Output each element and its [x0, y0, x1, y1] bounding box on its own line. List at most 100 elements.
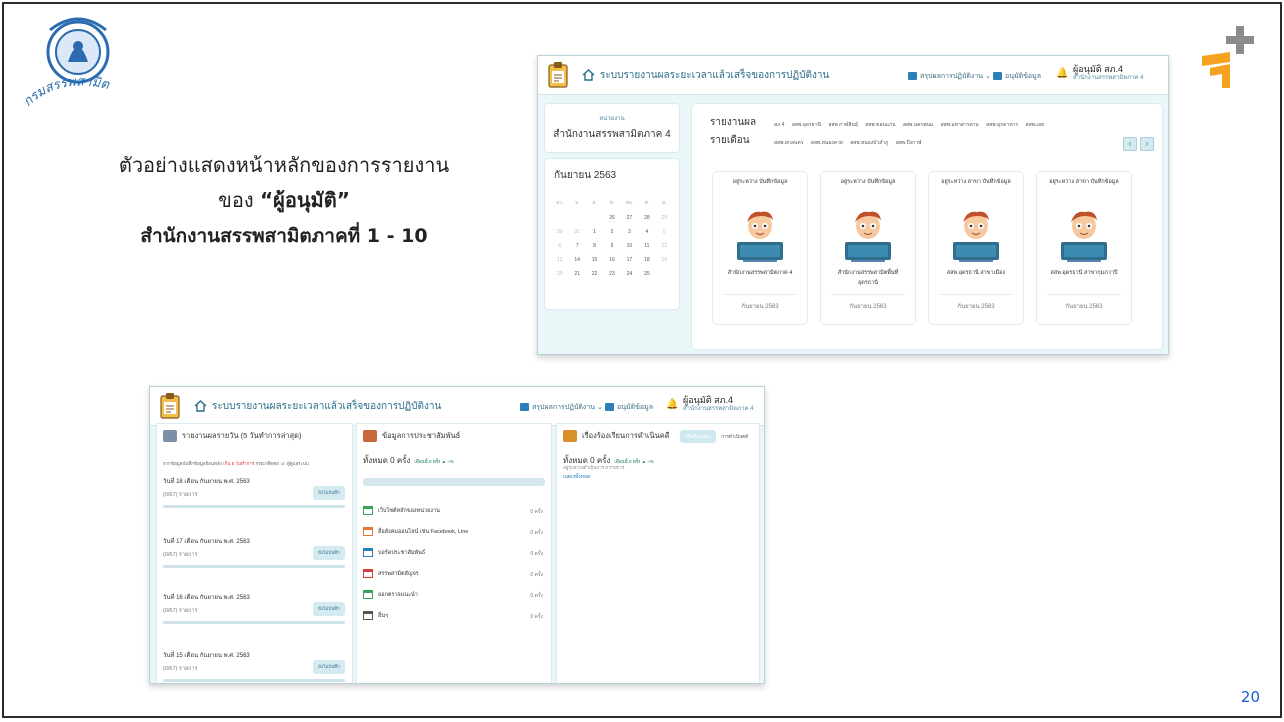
office-chip[interactable]: สสพ.ขอนแก่น: [865, 122, 903, 128]
calendar-day[interactable]: 20: [551, 271, 568, 277]
calendar-day[interactable]: 25: [638, 271, 655, 277]
channel-count: 0 ครั้ง: [530, 551, 543, 557]
next-arrow-button[interactable]: ›: [1140, 137, 1154, 151]
pr-channel-item[interactable]: สื่อสังคมออนไลน์ เช่น Facebook, Line 0 คร…: [363, 527, 543, 536]
calendar-day[interactable]: 17: [621, 257, 638, 263]
calendar-day[interactable]: 4: [638, 229, 655, 235]
calendar-day[interactable]: 24: [621, 271, 638, 277]
calendar-weekday: จ.: [574, 200, 580, 206]
office-chip[interactable]: สสพ.กาฬสินธุ์: [828, 122, 865, 128]
office-chip[interactable]: สสพ.หนองคาย: [811, 140, 850, 146]
record-button[interactable]: ยังไม่บันทึก: [313, 660, 345, 674]
calendar-day[interactable]: 16: [603, 257, 620, 263]
complaint-column: เรื่องร้องเรียนการดำเนินคดี เรื่องร้องเร…: [556, 423, 760, 683]
record-button[interactable]: ยังไม่บันทึก: [313, 602, 345, 616]
office-chip[interactable]: สสพ.หนองบัวลำภู: [850, 140, 896, 146]
office-chip[interactable]: สสพ.บึงกาฬ: [896, 140, 922, 146]
calendar-weekday: อา.: [556, 200, 564, 206]
calendar-day[interactable]: 29: [656, 215, 673, 221]
complaint-heading-text: เรื่องร้องเรียนการดำเนินคดี: [582, 431, 670, 440]
calendar-day[interactable]: 18: [638, 257, 655, 263]
brand-arrow-plus-logo: [1202, 26, 1254, 88]
calendar-day[interactable]: 11: [638, 243, 655, 249]
approve-menu[interactable]: อนุมัติข้อมูล: [993, 71, 1041, 82]
user-avatar-icon: [1061, 211, 1107, 262]
card-status: อยู่ระหว่าง บันทึกข้อมูล: [840, 179, 896, 185]
office-status-card[interactable]: อยู่ระหว่าง บันทึกข้อมูล สำนักงานสรรพสามิ…: [820, 171, 916, 325]
complaint-icon: [563, 430, 577, 443]
calendar-weekday: อ.: [592, 200, 597, 206]
calendar-day: [656, 271, 673, 277]
calendar-day[interactable]: 13: [551, 257, 568, 263]
calendar-day[interactable]: 19: [656, 257, 673, 263]
record-button[interactable]: ยังไม่บันทึก: [313, 546, 345, 560]
home-icon[interactable]: [194, 399, 207, 412]
slide: กรมสรรพสามิต ตัวอย่างแสดงหน้าหลักของการร…: [2, 2, 1282, 718]
calendar-day[interactable]: 14: [568, 257, 585, 263]
office-status-card[interactable]: อยู่ระหว่าง สาขา บันทึกข้อมูล สสพ.อุดรธาน…: [1036, 171, 1132, 325]
approve-menu[interactable]: อนุมัติข้อมูล: [605, 402, 653, 413]
calendar-day[interactable]: 21: [568, 271, 585, 277]
office-chip[interactable]: สสพ.มุกดาหาร: [986, 122, 1025, 128]
office-chip[interactable]: สสพ.มหาสารคาม: [941, 122, 987, 128]
office-chip[interactable]: สสพ.สกลนคร: [774, 140, 811, 146]
calendar-day[interactable]: 12: [656, 243, 673, 249]
home-icon[interactable]: [582, 68, 595, 81]
user-info[interactable]: ผู้อนุมัติ สภ.4 สำนักงานสรรพสามิตภาค 4: [683, 396, 753, 414]
pr-column: ข้อมูลการประชาสัมพันธ์ ทั้งหมด 0 ครั้ง เด…: [356, 423, 552, 683]
calendar-day[interactable]: 26: [603, 215, 620, 221]
calendar-icon: [605, 403, 614, 412]
calendar-day[interactable]: 28: [638, 215, 655, 221]
pr-channel-item[interactable]: บอร์ดประชาสัมพันธ์ 0 ครั้ง: [363, 548, 543, 557]
complaint-tabs: เรื่องร้องเรียน การดำเนินคดี: [680, 430, 753, 443]
user-unit: สำนักงานสรรพสามิตภาค 4: [683, 406, 754, 412]
daily-report-column: รายงานผลรายวัน (5 วันทำการล่าสุด) จากข้อ…: [156, 423, 353, 683]
pr-channel-item[interactable]: สรรพสามิตสัญจร 0 ครั้ง: [363, 569, 543, 578]
screenshot-dashboard: ระบบรายงานผลระยะเวลาแล้วเสร็จของการปฏิบั…: [149, 386, 765, 684]
calendar-day[interactable]: 10: [621, 243, 638, 249]
user-info[interactable]: ผู้อนุมัติ สภ.4 สำนักงานสรรพสามิตภาค 4: [1073, 65, 1143, 83]
calendar-day[interactable]: 22: [586, 271, 603, 277]
show-all-link[interactable]: แสดงทั้งหมด: [563, 473, 591, 481]
calendar-weekday: ศ.: [644, 200, 650, 206]
calendar-day[interactable]: 9: [603, 243, 620, 249]
calendar-day[interactable]: 5: [656, 229, 673, 235]
calendar-day[interactable]: 31: [568, 229, 585, 235]
bell-icon[interactable]: 🔔: [1056, 68, 1068, 79]
calendar-day[interactable]: 15: [586, 257, 603, 263]
summary-menu[interactable]: สรุปผลการปฏิบัติงาน ⌄: [908, 71, 991, 82]
calendar-day[interactable]: 7: [568, 243, 585, 249]
office-chip[interactable]: สสพ.เลย: [1026, 122, 1045, 128]
description-role: “ผู้อนุมัติ”: [259, 188, 350, 212]
pr-channel-item[interactable]: ออกตรวจแนะนำ 0 ครั้ง: [363, 590, 543, 599]
calendar-day[interactable]: 27: [621, 215, 638, 221]
office-filter-chips: สภ.4 สสพ.อุดรธานี สสพ.กาฬสินธุ์ สสพ.ขอนแ…: [774, 116, 1084, 152]
pr-channel-item[interactable]: อื่นๆ 0 ครั้ง: [363, 611, 543, 620]
tab-complaints[interactable]: เรื่องร้องเรียน: [680, 430, 717, 443]
summary-menu[interactable]: สรุปผลการปฏิบัติงาน ⌄: [520, 402, 603, 413]
calendar-day[interactable]: 2: [603, 229, 620, 235]
calendar-day[interactable]: 30: [551, 229, 568, 235]
office-chip[interactable]: สภ.4: [774, 122, 792, 128]
office-status-card[interactable]: อยู่ระหว่าง สาขา บันทึกข้อมูล สสพ.อุดรธาน…: [928, 171, 1024, 325]
calendar-day[interactable]: 8: [586, 243, 603, 249]
prev-arrow-button[interactable]: ‹: [1123, 137, 1137, 151]
calendar-weekday: พ.: [609, 200, 615, 206]
office-status-card[interactable]: อยู่ระหว่าง บันทึกข้อมูล สำนักงานสรรพสามิ…: [712, 171, 808, 325]
channel-count: 0 ครั้ง: [530, 509, 543, 515]
bell-icon[interactable]: 🔔: [666, 399, 678, 410]
calendar-day[interactable]: 1: [586, 229, 603, 235]
office-chip[interactable]: สสพ.นครพนม: [903, 122, 941, 128]
calendar-day[interactable]: 23: [603, 271, 620, 277]
channel-icon: [363, 548, 373, 557]
app-topbar: ระบบรายงานผลระยะเวลาแล้วเสร็จของการปฏิบั…: [538, 56, 1168, 95]
calendar-day[interactable]: 3: [621, 229, 638, 235]
calendar-day: [586, 215, 603, 221]
office-chip[interactable]: สสพ.อุดรธานี: [792, 122, 828, 128]
excise-department-seal-logo: กรมสรรพสามิต: [20, 17, 111, 110]
tab-prosecution[interactable]: การดำเนินคดี: [716, 430, 753, 443]
record-button[interactable]: ยังไม่บันทึก: [313, 486, 345, 500]
calendar-day[interactable]: 6: [551, 243, 568, 249]
pr-channel-item[interactable]: เว็บไซต์หลักของหน่วยงาน 0 ครั้ง: [363, 506, 543, 515]
channel-icon: [363, 506, 373, 515]
